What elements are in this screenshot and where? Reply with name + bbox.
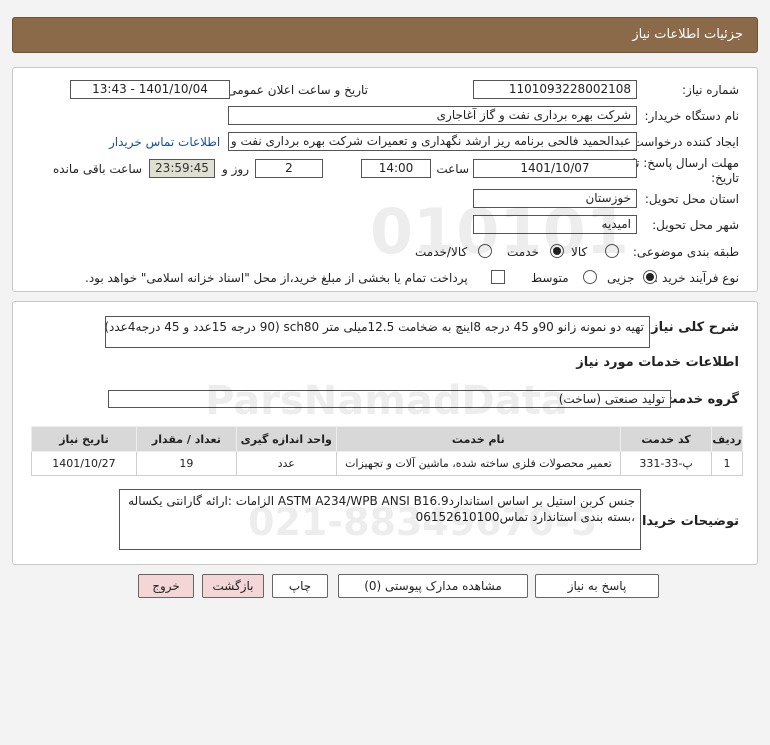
deadline-label: مهلت ارسال پاسخ: تا تاریخ: [632, 156, 739, 185]
exit-button[interactable]: خروج [138, 574, 194, 598]
category-radio-service[interactable] [550, 244, 564, 258]
buyer-notes-line-2: ،بسته بندی استاندارد تماس06152610100 [415, 510, 635, 524]
col-service-name: نام خدمت [335, 426, 622, 452]
table-row: 1 پ-33-331 تعمیر محصولات فلزی ساخته شده،… [31, 451, 743, 476]
need-number-label: شماره نیاز: [682, 83, 739, 97]
need-info-panel: شماره نیاز: 1101093228002108 تاریخ و ساع… [12, 67, 758, 292]
reply-button[interactable]: پاسخ به نیاز [535, 574, 659, 598]
category-radio-goods-service[interactable] [478, 244, 492, 258]
creator-label: ایجاد کننده درخواست: [628, 135, 739, 149]
attachments-button[interactable]: مشاهده مدارک پیوستی (0) [338, 574, 528, 598]
buyer-notes-label: توضیحات خریدار: [629, 514, 739, 529]
print-button[interactable]: چاپ [272, 574, 328, 598]
buyer-notes-line-1: جنس کربن استیل بر اساس استانداردASTM A23… [128, 494, 635, 508]
cell-unit: عدد [235, 451, 337, 476]
category-radio-goods[interactable] [605, 244, 619, 258]
service-group-field: تولید صنعتی (ساخت) [108, 390, 671, 408]
process-label: نوع فرآیند خرید : [654, 271, 739, 285]
need-number-field: 1101093228002108 [473, 80, 637, 99]
process-radio-medium[interactable] [583, 270, 597, 284]
category-option-service: خدمت [507, 245, 539, 259]
page-header: جزئیات اطلاعات نیاز [12, 17, 758, 53]
treasury-payment-checkbox[interactable] [491, 270, 505, 284]
details-panel: شرح کلی نیاز: تهیه دو نمونه زانو 90و 45 … [12, 301, 758, 565]
cell-service-code: پ-33-331 [620, 451, 713, 476]
process-option-medium: متوسط [531, 271, 569, 285]
creator-field: عبدالحمید فالحی برنامه ریز ارشد نگهداری … [228, 132, 637, 151]
cell-row-number: 1 [711, 451, 743, 476]
buyer-notes-field: جنس کربن استیل بر اساس استانداردASTM A23… [119, 489, 641, 550]
city-label: شهر محل تحویل: [652, 218, 739, 232]
cell-service-name: تعمیر محصولات فلزی ساخته شده، ماشین آلات… [335, 451, 622, 476]
buyer-org-label: نام دستگاه خریدار: [644, 109, 740, 123]
col-need-date: تاریخ نیاز [31, 426, 137, 452]
province-field: خوزستان [473, 189, 637, 208]
cell-need-date: 1401/10/27 [31, 451, 137, 476]
remaining-time-field: 23:59:45 [149, 159, 215, 178]
deadline-time-field: 14:00 [361, 159, 431, 178]
buyer-contact-link[interactable]: اطلاعات تماس خریدار [109, 135, 220, 149]
deadline-date-field: 1401/10/07 [473, 159, 637, 178]
description-field: تهیه دو نمونه زانو 90و 45 درجه 8اینچ به … [105, 316, 650, 348]
col-service-code: کد خدمت [620, 426, 713, 452]
services-table: ردیف کد خدمت نام خدمت واحد اندازه گیری ت… [31, 426, 743, 476]
col-quantity: تعداد / مقدار [135, 426, 237, 452]
category-option-goods: کالا [571, 245, 588, 259]
province-label: استان محل تحویل: [644, 192, 739, 206]
remaining-label: ساعت باقی مانده [53, 162, 143, 176]
cell-quantity: 19 [135, 451, 237, 476]
back-button[interactable]: بازگشت [202, 574, 264, 598]
announce-field: 1401/10/04 - 13:43 [70, 80, 230, 99]
payment-note: پرداخت تمام یا بخشی از مبلغ خرید،از محل … [85, 271, 468, 285]
description-label: شرح کلی نیاز: [645, 320, 739, 335]
city-field: امیدیه [473, 215, 637, 234]
col-row-number: ردیف [711, 426, 743, 452]
process-option-minor: جزیی [607, 271, 635, 285]
page-title: جزئیات اطلاعات نیاز [632, 27, 743, 42]
days-label: روز و [222, 162, 249, 176]
process-radio-minor[interactable] [643, 270, 657, 284]
service-group-label: گروه خدمت: [659, 392, 739, 407]
table-header-row: ردیف کد خدمت نام خدمت واحد اندازه گیری ت… [31, 426, 743, 452]
category-label: طبقه بندی موضوعی: [632, 245, 739, 259]
services-section-title: اطلاعات خدمات مورد نیاز [576, 355, 739, 370]
announce-label: تاریخ و ساعت اعلان عمومی: [223, 83, 368, 97]
days-field: 2 [255, 159, 323, 178]
category-option-goods-service: کالا/خدمت [415, 245, 468, 259]
buyer-org-field: شرکت بهره برداری نفت و گاز آغاجاری [228, 106, 637, 125]
col-unit: واحد اندازه گیری [235, 426, 337, 452]
hour-label: ساعت [436, 162, 469, 176]
